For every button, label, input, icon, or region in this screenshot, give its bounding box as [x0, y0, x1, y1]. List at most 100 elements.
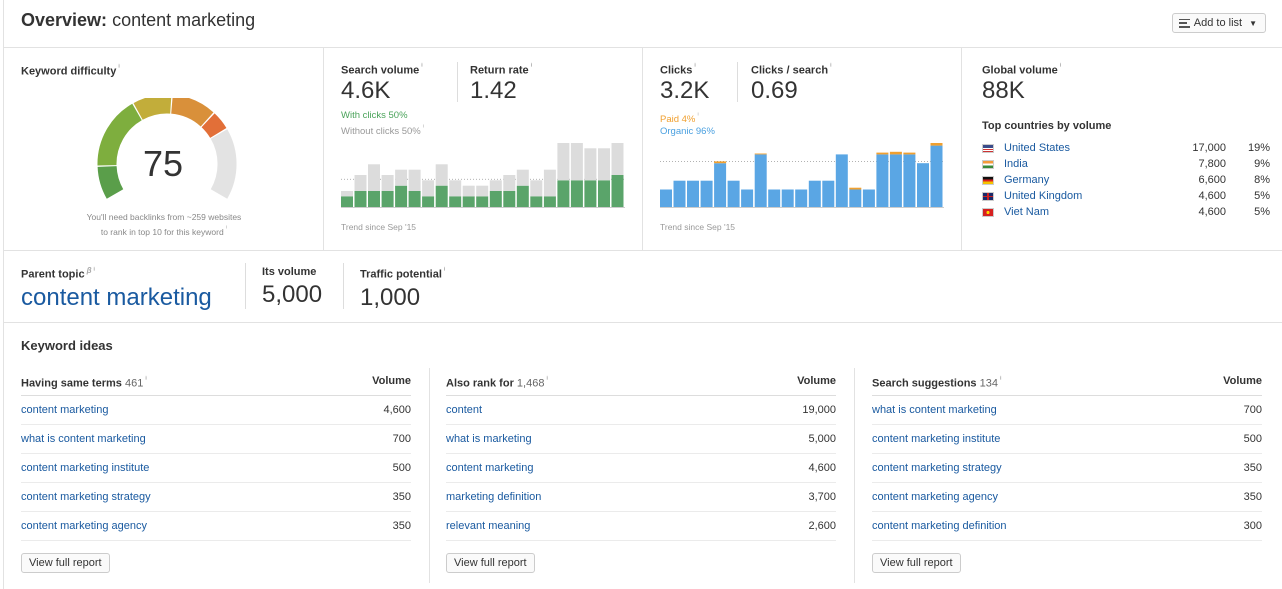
bar-with-clicks — [557, 180, 570, 207]
column-title-text: Having same terms — [21, 377, 122, 390]
bar-without-clicks — [516, 169, 529, 186]
keyword-link[interactable]: content marketing — [446, 462, 533, 474]
countries-list: United States 17,000 19% India 7,800 9% … — [982, 140, 1270, 220]
info-icon[interactable]: ⁱ — [1000, 375, 1001, 384]
column-header: Search suggestions 134 ⁱ Volume — [872, 368, 1262, 396]
column-header: Having same terms 461 ⁱ Volume — [21, 368, 411, 396]
country-link[interactable]: India — [1004, 158, 1166, 170]
clicks-value: 3.2K — [660, 76, 710, 104]
info-icon[interactable]: ⁱ — [697, 111, 698, 120]
keyword-link[interactable]: content marketing agency — [21, 520, 147, 532]
bar-paid — [849, 187, 862, 190]
bar-organic — [673, 180, 686, 207]
cps-value: 0.69 — [751, 76, 798, 104]
overview-page: Overview: content marketing Add to list … — [3, 0, 1282, 589]
search-volume-label: Search volume ⁱ — [341, 62, 423, 77]
sv-trend-label: Trend since Sep '15 — [341, 222, 417, 232]
keyword-link[interactable]: content marketing institute — [872, 433, 1000, 445]
info-icon[interactable]: ⁱ — [94, 266, 95, 275]
keyword-link[interactable]: relevant meaning — [446, 520, 530, 532]
divider — [343, 263, 344, 309]
keyword-link[interactable]: what is content marketing — [21, 433, 146, 445]
divider — [245, 263, 246, 309]
bar-organic — [741, 189, 754, 207]
keyword-link[interactable]: marketing definition — [446, 491, 541, 503]
column-divider — [854, 368, 855, 583]
info-icon[interactable]: ⁱ — [1060, 62, 1061, 71]
view-full-report-button[interactable]: View full report — [446, 553, 535, 573]
paid-clicks: Paid 4% — [660, 114, 696, 126]
cps-label: Clicks / search ⁱ — [751, 62, 832, 77]
gauge-segment — [210, 129, 237, 199]
info-icon[interactable]: ⁱ — [423, 123, 424, 132]
kd-label-text: Keyword difficulty — [21, 65, 117, 78]
table-row: content marketing agency 350 — [872, 483, 1262, 512]
keyword-link[interactable]: content — [446, 404, 482, 416]
return-rate-stat: Return rate ⁱ 1.42 — [470, 62, 532, 105]
info-icon[interactable]: ⁱ — [694, 62, 695, 71]
bar-with-clicks — [489, 191, 502, 207]
table-row: content 19,000 — [446, 396, 836, 425]
bar-with-clicks — [408, 191, 421, 207]
keyword-volume: 350 — [1243, 491, 1262, 503]
country-link[interactable]: United States — [1004, 142, 1166, 154]
keyword-link[interactable]: content marketing strategy — [872, 462, 1002, 474]
return-rate-value: 1.42 — [470, 76, 517, 104]
global-volume-stat: Global volume ⁱ 88K — [982, 62, 1061, 105]
column-header: Also rank for 1,468 ⁱ Volume — [446, 368, 836, 396]
add-to-list-button[interactable]: Add to list ▼ — [1171, 13, 1266, 33]
without-clicks: Without clicks 50% — [341, 126, 421, 138]
overview-header: Overview: content marketing Add to list … — [4, 0, 1282, 48]
top-countries-label: Top countries by volume — [982, 120, 1112, 132]
kd-label: Keyword difficulty ⁱ — [21, 63, 120, 78]
info-icon[interactable]: ⁱ — [118, 63, 119, 72]
bar-paid — [754, 153, 767, 155]
country-link[interactable]: Germany — [1004, 174, 1166, 186]
column-title-text: Search suggestions — [872, 377, 977, 390]
bar-organic — [795, 189, 808, 207]
table-row: content marketing strategy 350 — [21, 483, 411, 512]
bar-organic — [808, 180, 821, 207]
keyword-link[interactable]: what is content marketing — [872, 404, 997, 416]
search-volume-value: 4.6K — [341, 76, 391, 104]
search-volume-panel: Search volume ⁱ 4.6K Return rate ⁱ 1.42 Wi… — [324, 48, 643, 251]
info-icon[interactable]: ⁱ — [226, 224, 227, 233]
info-icon[interactable]: ⁱ — [830, 62, 831, 71]
info-icon[interactable]: ⁱ — [531, 62, 532, 71]
caret-down-icon: ▼ — [1249, 18, 1257, 28]
keyword-link[interactable]: content marketing definition — [872, 520, 1007, 532]
info-icon[interactable]: ⁱ — [546, 375, 547, 384]
global-volume-label: Global volume ⁱ — [982, 62, 1061, 77]
add-to-list-label: Add to list — [1193, 17, 1243, 29]
country-link[interactable]: United Kingdom — [1004, 190, 1166, 202]
keyword-volume: 19,000 — [802, 404, 836, 416]
keyword-link[interactable]: content marketing institute — [21, 462, 149, 474]
ideas-column-same-terms: Having same terms 461 ⁱ Volume content ma… — [21, 368, 411, 583]
bar-without-clicks — [449, 180, 462, 197]
volume-header: Volume — [1223, 375, 1262, 387]
keyword-link[interactable]: what is marketing — [446, 433, 532, 445]
bar-with-clicks — [611, 175, 624, 207]
bar-without-clicks — [557, 143, 570, 181]
parent-topic-link[interactable]: content marketing — [21, 284, 212, 312]
info-icon[interactable]: ⁱ — [444, 266, 445, 275]
bar-with-clicks — [584, 180, 597, 207]
keyword-link[interactable]: content marketing strategy — [21, 491, 151, 503]
kd-value: 75 — [143, 143, 183, 184]
view-full-report-button[interactable]: View full report — [872, 553, 961, 573]
traffic-potential-label: Traffic potential ⁱ — [360, 266, 445, 281]
info-icon[interactable]: ⁱ — [145, 375, 146, 384]
keyword-difficulty-panel: Keyword difficulty ⁱ 75 You'll need backl… — [4, 48, 324, 251]
keyword-volume: 2,600 — [808, 520, 836, 532]
view-full-report-button[interactable]: View full report — [21, 553, 110, 573]
bar-without-clicks — [543, 169, 556, 197]
keyword-link[interactable]: content marketing agency — [872, 491, 998, 503]
country-volume: 6,600 — [1198, 174, 1226, 186]
india-flag-icon — [982, 159, 994, 169]
keyword-volume: 500 — [392, 462, 411, 474]
country-row: Germany 6,600 8% — [982, 172, 1270, 188]
info-icon[interactable]: ⁱ — [421, 62, 422, 71]
bar-without-clicks — [489, 180, 502, 191]
keyword-link[interactable]: content marketing — [21, 404, 108, 416]
country-link[interactable]: Viet Nam — [1004, 206, 1166, 218]
